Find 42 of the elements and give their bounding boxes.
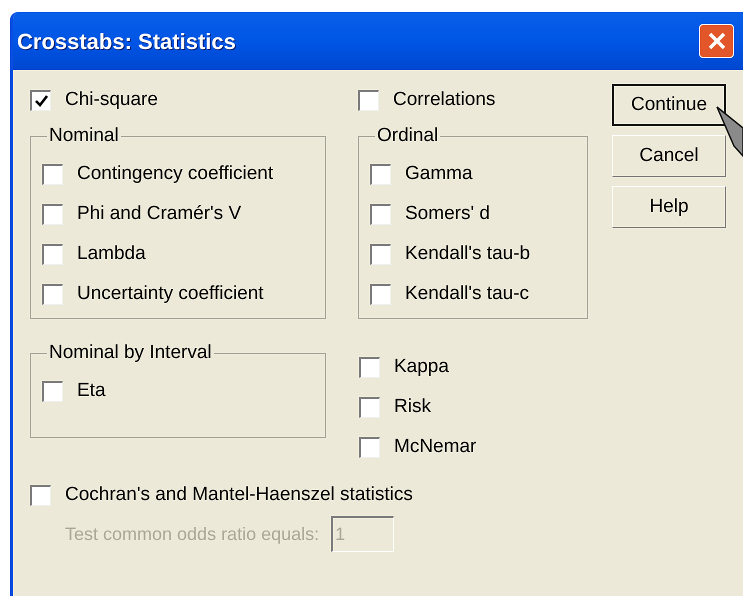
checkbox-label: Somers' d <box>405 202 490 226</box>
checkbox-label: Uncertainty coefficient <box>77 282 264 306</box>
checkbox[interactable] <box>359 436 380 458</box>
checkbox-label: Kappa <box>394 354 449 379</box>
checkbox[interactable] <box>359 396 380 418</box>
checkbox-label: Lambda <box>77 242 146 266</box>
checkbox[interactable] <box>42 204 63 225</box>
checkbox-label: Eta <box>77 379 106 404</box>
window-title: Crosstabs: Statistics <box>17 28 237 56</box>
checkbox[interactable] <box>42 381 63 402</box>
checkbox[interactable] <box>370 244 391 265</box>
group-title: Nominal <box>48 124 120 148</box>
checkbox[interactable] <box>359 356 380 378</box>
checkbox-label: Phi and Cramér's V <box>77 202 242 226</box>
checkbox-label: Correlations <box>393 88 496 112</box>
checkbox-label: Chi-square <box>65 88 158 112</box>
dialog-button[interactable]: Help <box>612 186 726 228</box>
checkbox[interactable] <box>30 484 51 506</box>
close-icon <box>706 31 726 51</box>
checkbox[interactable] <box>30 90 51 110</box>
checkbox-label: McNemar <box>394 434 476 459</box>
dialog-button[interactable]: Continue <box>612 84 726 126</box>
checkmark-icon <box>34 94 48 106</box>
dialog-button[interactable]: Cancel <box>612 135 726 177</box>
checkbox-label: Kendall's tau-c <box>405 282 530 306</box>
odds-ratio-label: Test common odds ratio equals: <box>65 522 320 546</box>
group-title: Ordinal <box>376 124 440 148</box>
checkbox-label: Contingency coefficient <box>77 162 274 186</box>
checkbox[interactable] <box>358 90 379 110</box>
pointer-cursor-icon <box>716 106 743 158</box>
checkbox-label: Gamma <box>405 162 473 186</box>
checkbox-label: Risk <box>394 394 431 419</box>
checkbox-label: Kendall's tau-b <box>405 242 530 266</box>
group-title: Nominal by Interval <box>48 341 213 365</box>
checkbox-label: Cochran's and Mantel-Haenszel statistics <box>65 482 413 507</box>
checkbox[interactable] <box>370 204 391 225</box>
checkbox[interactable] <box>42 284 63 305</box>
checkbox[interactable] <box>42 244 63 265</box>
checkbox[interactable] <box>370 164 391 185</box>
close-button[interactable] <box>699 24 734 58</box>
checkbox[interactable] <box>42 164 63 185</box>
checkbox[interactable] <box>370 284 391 305</box>
